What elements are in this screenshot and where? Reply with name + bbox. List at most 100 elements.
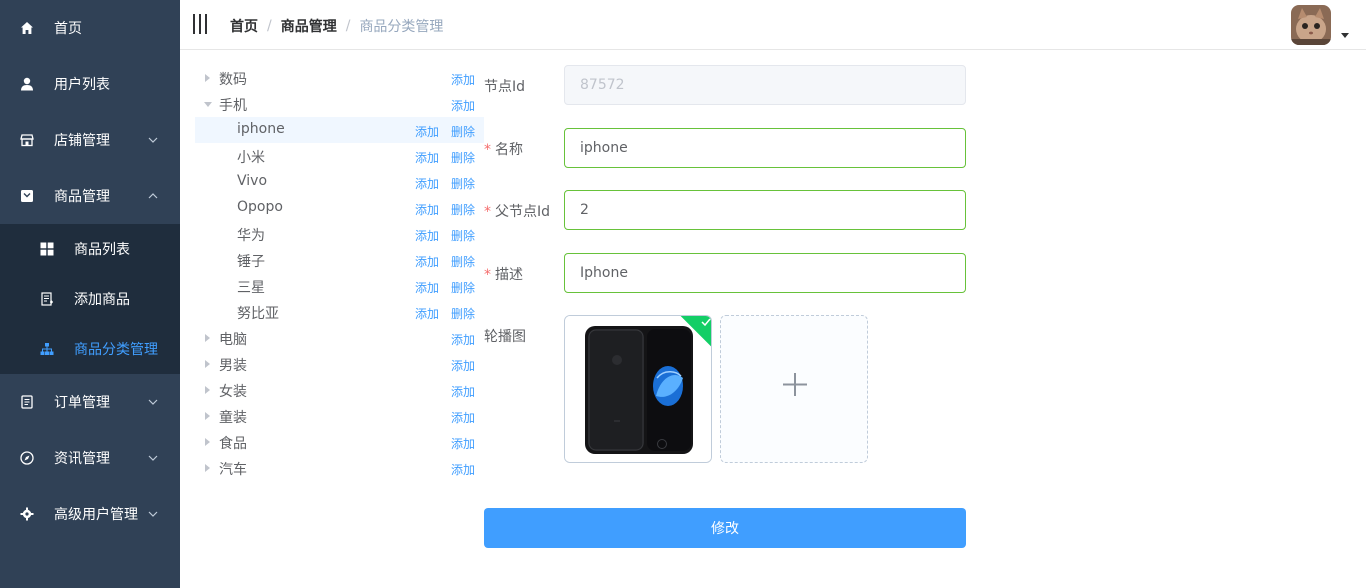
sidebar-item-orders[interactable]: 订单管理 bbox=[0, 374, 180, 430]
tree-node-label: 手机 bbox=[219, 98, 247, 114]
add-button[interactable]: 添加 bbox=[451, 435, 475, 452]
tree-node[interactable]: 小米 添加 删除 bbox=[195, 143, 484, 169]
uploaded-image[interactable] bbox=[564, 315, 712, 463]
delete-button[interactable]: 删除 bbox=[451, 253, 475, 270]
breadcrumb-separator: / bbox=[345, 18, 351, 34]
document-add-icon bbox=[41, 292, 53, 306]
add-button[interactable]: 添加 bbox=[451, 357, 475, 374]
caret-right-icon[interactable] bbox=[205, 412, 210, 420]
tree-node[interactable]: iphone 添加 删除 bbox=[195, 117, 484, 143]
add-button[interactable]: 添加 bbox=[415, 305, 439, 322]
name-label-text: 名称 bbox=[495, 142, 523, 158]
add-button[interactable]: 添加 bbox=[451, 71, 475, 88]
tree-node[interactable]: 食品 添加 bbox=[195, 429, 484, 455]
sidebar-item-news[interactable]: 资讯管理 bbox=[0, 430, 180, 486]
add-button[interactable]: 添加 bbox=[415, 253, 439, 270]
breadcrumb-item-goods[interactable]: 商品管理 bbox=[281, 16, 337, 36]
tree-node[interactable]: 努比亚 添加 删除 bbox=[195, 299, 484, 325]
sidebar-item-user-list[interactable]: 用户列表 bbox=[0, 56, 180, 112]
tree-node[interactable]: 电脑 添加 bbox=[195, 325, 484, 351]
upload-trigger[interactable] bbox=[720, 315, 868, 463]
tree-node[interactable]: 手机 添加 bbox=[195, 91, 484, 117]
home-icon bbox=[21, 22, 33, 34]
sidebar-subitem-goods-list[interactable]: 商品列表 bbox=[0, 224, 180, 274]
sidebar-item-home[interactable]: 首页 bbox=[0, 0, 180, 56]
sidebar-subitem-add-goods[interactable]: 添加商品 bbox=[0, 274, 180, 324]
delete-button[interactable]: 删除 bbox=[451, 175, 475, 192]
breadcrumb-item-current: 商品分类管理 bbox=[359, 19, 444, 35]
name-label: * 名称 bbox=[484, 139, 523, 159]
delete-button[interactable]: 删除 bbox=[451, 201, 475, 218]
sidebar-item-label: 资讯管理 bbox=[54, 451, 110, 467]
add-button[interactable]: 添加 bbox=[415, 279, 439, 296]
tree-node-label: 汽车 bbox=[219, 462, 247, 478]
delete-button[interactable]: 删除 bbox=[451, 279, 475, 296]
tree-node[interactable]: 男装 添加 bbox=[195, 351, 484, 377]
breadcrumb-separator: / bbox=[267, 18, 272, 34]
goods-icon bbox=[21, 190, 33, 202]
sidebar-item-label: 高级用户管理 bbox=[54, 507, 138, 523]
breadcrumb: 首页 / 商品管理 / 商品分类管理 bbox=[230, 16, 443, 36]
add-button[interactable]: 添加 bbox=[415, 201, 439, 218]
tree-node[interactable]: 女装 添加 bbox=[195, 377, 484, 403]
add-button[interactable]: 添加 bbox=[451, 331, 475, 348]
tree-node[interactable]: Vivo 添加 删除 bbox=[195, 169, 484, 195]
add-button[interactable]: 添加 bbox=[451, 97, 475, 114]
gear-icon bbox=[20, 507, 34, 521]
sidebar-item-goods[interactable]: 商品管理 bbox=[0, 168, 180, 224]
tree-node-label: 童装 bbox=[219, 410, 247, 426]
name-input[interactable] bbox=[564, 128, 966, 168]
breadcrumb-item-home[interactable]: 首页 bbox=[230, 16, 258, 36]
tree-node-label: 小米 bbox=[237, 150, 265, 166]
tree-node[interactable]: Opopo 添加 删除 bbox=[195, 195, 484, 221]
avatar[interactable] bbox=[1291, 5, 1331, 45]
sidebar-item-label: 订单管理 bbox=[54, 395, 110, 411]
tree-node[interactable]: 华为 添加 删除 bbox=[195, 221, 484, 247]
check-icon bbox=[701, 318, 711, 327]
tree-node-label: 锤子 bbox=[237, 254, 265, 270]
tree-node[interactable]: 数码 添加 bbox=[195, 65, 484, 91]
chevron-down-icon bbox=[148, 399, 158, 405]
tree-node[interactable]: 锤子 添加 删除 bbox=[195, 247, 484, 273]
user-icon bbox=[21, 77, 33, 91]
tree-node[interactable]: 三星 添加 删除 bbox=[195, 273, 484, 299]
sidebar-subitem-label: 商品分类管理 bbox=[74, 342, 158, 358]
caret-right-icon[interactable] bbox=[205, 360, 210, 368]
tree-node-label: 华为 bbox=[237, 228, 265, 244]
tree-node-label: 三星 bbox=[237, 280, 265, 296]
tree-node[interactable]: 汽车 添加 bbox=[195, 455, 484, 481]
desc-label: * 描述 bbox=[484, 264, 523, 284]
caret-down-icon[interactable] bbox=[1341, 33, 1349, 38]
sidebar-item-label: 店铺管理 bbox=[54, 133, 110, 149]
hamburger-icon[interactable] bbox=[192, 13, 208, 35]
caret-right-icon[interactable] bbox=[205, 386, 210, 394]
add-button[interactable]: 添加 bbox=[451, 461, 475, 478]
tree-node-label: Vivo bbox=[237, 173, 268, 189]
caret-right-icon[interactable] bbox=[205, 74, 210, 82]
add-button[interactable]: 添加 bbox=[415, 123, 439, 140]
submit-button[interactable]: 修改 bbox=[484, 508, 966, 548]
add-button[interactable]: 添加 bbox=[451, 409, 475, 426]
delete-button[interactable]: 删除 bbox=[451, 305, 475, 322]
sidebar-subitem-category[interactable]: 商品分类管理 bbox=[0, 324, 180, 374]
caret-down-icon[interactable] bbox=[204, 102, 212, 107]
goods-submenu: 商品列表 添加商品 商品分类管理 bbox=[0, 224, 180, 374]
delete-button[interactable]: 删除 bbox=[451, 227, 475, 244]
sidebar-item-shop[interactable]: 店铺管理 bbox=[0, 112, 180, 168]
add-button[interactable]: 添加 bbox=[415, 149, 439, 166]
add-button[interactable]: 添加 bbox=[415, 175, 439, 192]
caret-right-icon[interactable] bbox=[205, 438, 210, 446]
add-button[interactable]: 添加 bbox=[415, 227, 439, 244]
tree-node[interactable]: 童装 添加 bbox=[195, 403, 484, 429]
chevron-up-icon bbox=[148, 193, 158, 199]
parent-id-input[interactable] bbox=[564, 190, 966, 230]
sidebar-item-advanced-users[interactable]: 高级用户管理 bbox=[0, 486, 180, 542]
add-button[interactable]: 添加 bbox=[451, 383, 475, 400]
caret-right-icon[interactable] bbox=[205, 464, 210, 472]
phone-image bbox=[565, 316, 711, 462]
desc-input[interactable] bbox=[564, 253, 966, 293]
caret-right-icon[interactable] bbox=[205, 334, 210, 342]
delete-button[interactable]: 删除 bbox=[451, 123, 475, 140]
required-mark: * bbox=[484, 142, 491, 158]
delete-button[interactable]: 删除 bbox=[451, 149, 475, 166]
